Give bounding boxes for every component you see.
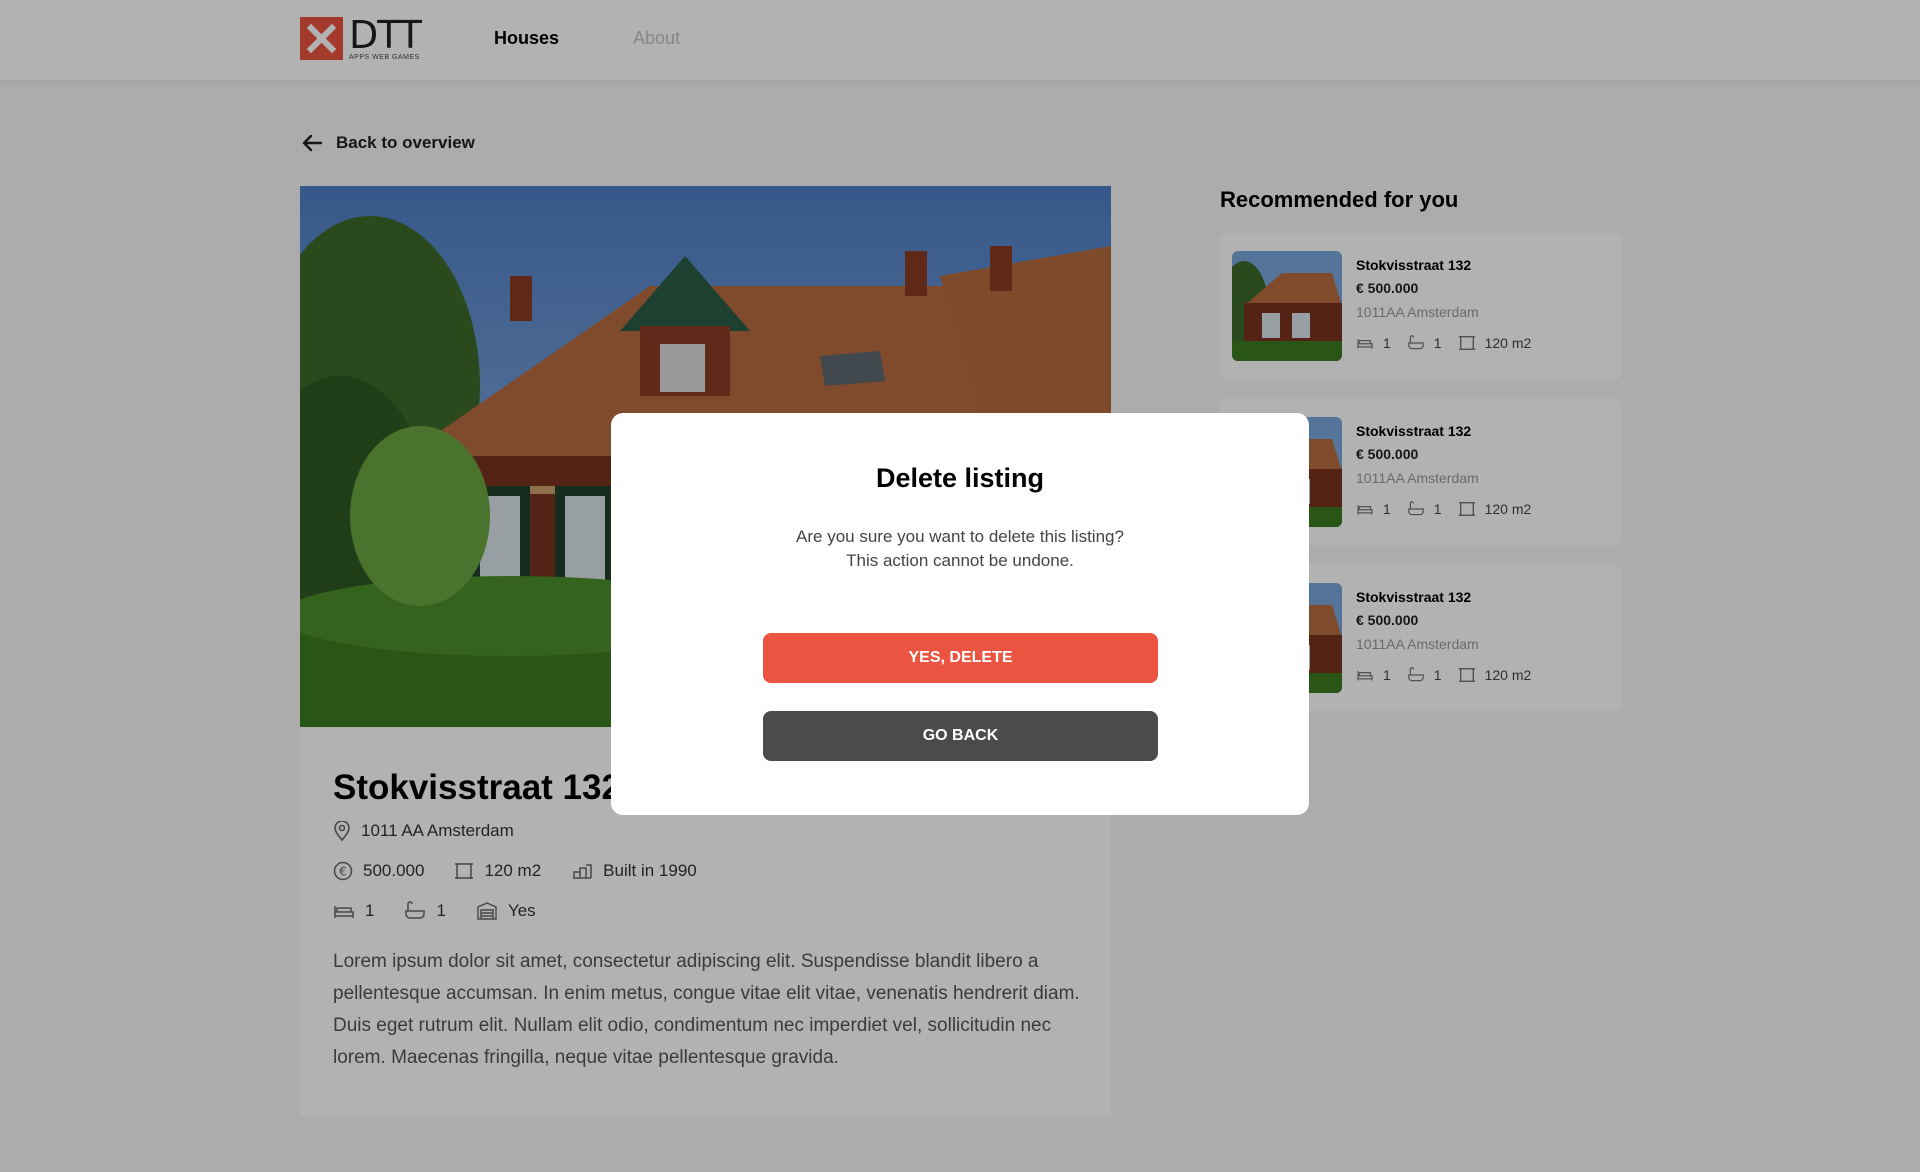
dialog-message: Are you sure you want to delete this lis… xyxy=(611,525,1309,573)
dialog-message-line-1: Are you sure you want to delete this lis… xyxy=(796,527,1124,546)
delete-listing-dialog: Delete listing Are you sure you want to … xyxy=(611,413,1309,815)
confirm-delete-button[interactable]: YES, DELETE xyxy=(763,633,1158,683)
go-back-button[interactable]: GO BACK xyxy=(763,711,1158,761)
dialog-title: Delete listing xyxy=(875,463,1045,493)
dialog-message-line-2: This action cannot be undone. xyxy=(846,551,1074,570)
